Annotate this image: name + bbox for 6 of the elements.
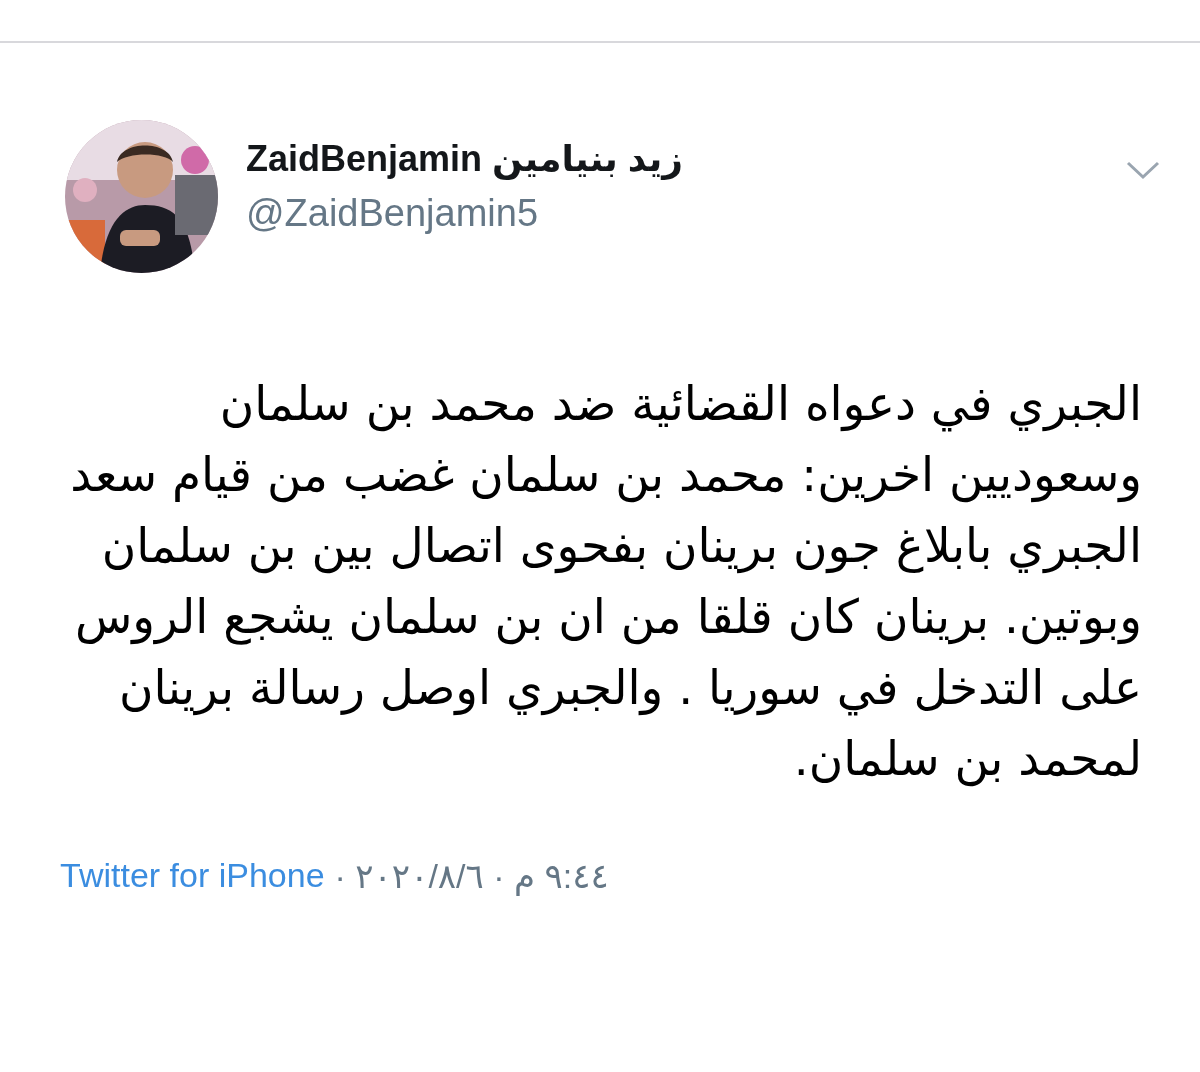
tweet-text: الجبري في دعواه القضائية ضد محمد بن سلمان وسعوديين اخرين: محمد بن سلمان غضب من قيام سعد الجبري بابلاغ جون برينان بفحوى اتصال بين بن سلمان وبوتين. برينان كان قلقا من ان بن سلمان يشجع الروس على التدخل في سوريا . والجبري اوصل رسالة برينان لمحمد بن سلمان.	[69, 375, 1143, 789]
chevron-icon[interactable]	[1126, 160, 1160, 180]
tweet-timestamp: ٩:٤٤ م · ٢٠٢٠/٨/٦ ·	[334, 856, 609, 896]
author-name[interactable]: ZaidBenjamin زيد بنيامين	[246, 138, 1098, 180]
source-link[interactable]: Twitter for iPhone	[60, 856, 325, 896]
author-handle[interactable]: @ZaidBenjamin5	[246, 192, 1098, 235]
